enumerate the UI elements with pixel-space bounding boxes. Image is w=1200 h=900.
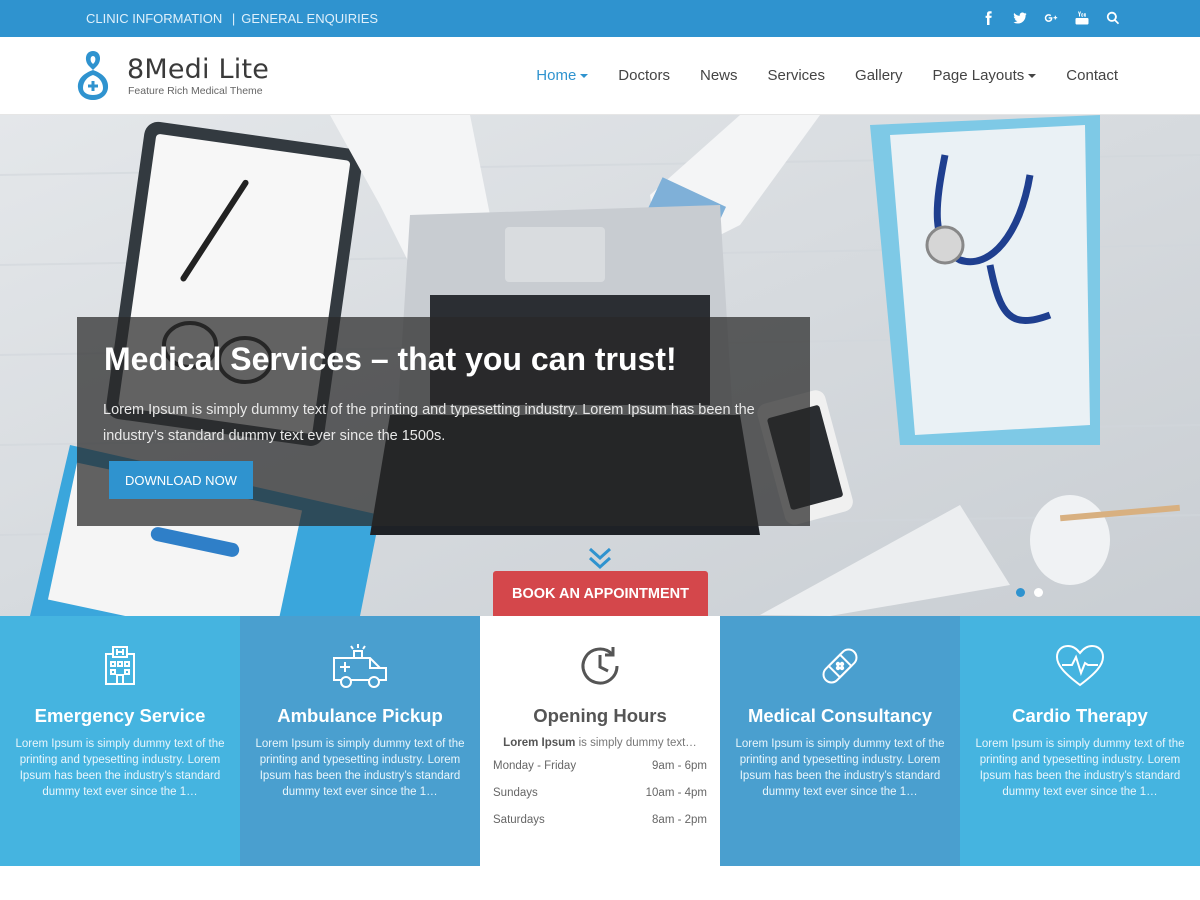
clock-icon bbox=[570, 640, 630, 692]
hospital-icon bbox=[90, 640, 150, 692]
bandage-icon bbox=[810, 640, 870, 692]
lead-bold: Lorem Ipsum bbox=[503, 737, 576, 749]
hours-day: Monday - Friday bbox=[493, 760, 577, 772]
double-chevron-down-icon[interactable] bbox=[587, 545, 613, 571]
nav-gallery-label: Gallery bbox=[855, 67, 903, 84]
site-tagline: Feature Rich Medical Theme bbox=[128, 85, 263, 97]
hours-row: Sundays 10am - 4pm bbox=[493, 785, 707, 812]
nav-home-label: Home bbox=[536, 67, 577, 84]
top-bar: CLINIC INFORMATION | GENERAL ENQUIRIES bbox=[0, 0, 1200, 37]
google-plus-icon[interactable] bbox=[1042, 9, 1060, 27]
service-title: Medical Consultancy bbox=[747, 705, 932, 726]
site-title[interactable]: 8Medi Lite bbox=[127, 54, 269, 85]
service-opening-hours[interactable]: Opening Hours Lorem Ipsum is simply dumm… bbox=[480, 616, 720, 866]
hours-table: Monday - Friday 9am - 6pm Sundays 10am - 4… bbox=[493, 758, 707, 839]
hero-text: Lorem Ipsum is simply dummy text of the … bbox=[103, 402, 755, 444]
clinic-information-link[interactable]: CLINIC INFORMATION bbox=[86, 11, 222, 26]
hours-day: Saturdays bbox=[493, 814, 545, 826]
book-appointment-button[interactable]: BOOK AN APPOINTMENT bbox=[493, 571, 708, 616]
general-enquiries-link[interactable]: GENERAL ENQUIRIES bbox=[241, 11, 378, 26]
nav-contact-label: Contact bbox=[1066, 67, 1118, 84]
nav-doctors[interactable]: Doctors bbox=[618, 67, 670, 84]
logo-icon[interactable] bbox=[76, 49, 110, 101]
service-title: Emergency Service bbox=[34, 705, 206, 726]
service-ambulance[interactable]: Ambulance Pickup Lorem Ipsum is simply d… bbox=[240, 616, 480, 866]
service-emergency[interactable]: Emergency Service Lorem Ipsum is simply … bbox=[0, 616, 240, 866]
social-icons bbox=[980, 9, 1122, 27]
nav-page-layouts-label: Page Layouts bbox=[932, 67, 1025, 84]
ambulance-icon bbox=[330, 640, 390, 692]
nav-gallery[interactable]: Gallery bbox=[855, 67, 903, 84]
heart-pulse-icon bbox=[1050, 640, 1110, 692]
service-text: Lorem Ipsum is simply dummy text of the … bbox=[15, 738, 225, 798]
facebook-icon[interactable] bbox=[980, 9, 998, 27]
service-lead: Lorem Ipsum is simply dummy text… bbox=[480, 737, 720, 749]
lead-rest: is simply dummy text… bbox=[575, 737, 697, 749]
youtube-icon[interactable] bbox=[1073, 9, 1091, 27]
separator: | bbox=[228, 11, 236, 26]
hours-row: Monday - Friday 9am - 6pm bbox=[493, 758, 707, 785]
service-cardio[interactable]: Cardio Therapy Lorem Ipsum is simply dum… bbox=[960, 616, 1200, 866]
nav-home[interactable]: Home bbox=[536, 67, 589, 84]
hours-time: 9am - 6pm bbox=[652, 760, 707, 772]
hours-time: 10am - 4pm bbox=[645, 787, 707, 799]
slider-pagination bbox=[1016, 588, 1043, 597]
service-text: Lorem Ipsum is simply dummy text of the … bbox=[735, 738, 945, 798]
hours-row: Saturdays 8am - 2pm bbox=[493, 812, 707, 839]
services-row: Emergency Service Lorem Ipsum is simply … bbox=[0, 616, 1200, 866]
nav-news-label: News bbox=[699, 67, 738, 84]
nav-news[interactable]: News bbox=[700, 67, 738, 84]
chevron-down-icon bbox=[1028, 73, 1037, 78]
slider-dot-2[interactable] bbox=[1034, 588, 1043, 597]
hero-title: Medical Services – that you can trust! bbox=[104, 341, 677, 377]
site-header: 8Medi Lite Feature Rich Medical Theme Ho… bbox=[0, 37, 1200, 115]
service-title: Opening Hours bbox=[533, 705, 667, 726]
main-nav: Home Doctors News Services Gallery Page … bbox=[506, 67, 1118, 84]
search-icon[interactable] bbox=[1104, 9, 1122, 27]
nav-contact[interactable]: Contact bbox=[1066, 67, 1118, 84]
service-text: Lorem Ipsum is simply dummy text of the … bbox=[975, 738, 1185, 798]
nav-services-label: Services bbox=[767, 67, 826, 84]
hours-time: 8am - 2pm bbox=[652, 814, 707, 826]
hero-slider: Medical Services – that you can trust! L… bbox=[0, 115, 1200, 616]
service-consultancy[interactable]: Medical Consultancy Lorem Ipsum is simpl… bbox=[720, 616, 960, 866]
chevron-down-icon bbox=[580, 73, 589, 78]
download-now-button[interactable]: DOWNLOAD NOW bbox=[109, 461, 253, 499]
slider-dot-1[interactable] bbox=[1016, 588, 1025, 597]
top-links: CLINIC INFORMATION | GENERAL ENQUIRIES bbox=[86, 11, 378, 26]
nav-page-layouts[interactable]: Page Layouts bbox=[933, 67, 1037, 84]
nav-doctors-label: Doctors bbox=[618, 67, 670, 84]
service-title: Cardio Therapy bbox=[1012, 705, 1148, 726]
service-title: Ambulance Pickup bbox=[277, 705, 443, 726]
nav-services[interactable]: Services bbox=[768, 67, 826, 84]
hero-caption: Medical Services – that you can trust! L… bbox=[77, 317, 810, 526]
hours-day: Sundays bbox=[493, 787, 538, 799]
service-text: Lorem Ipsum is simply dummy text of the … bbox=[255, 738, 465, 798]
twitter-icon[interactable] bbox=[1011, 9, 1029, 27]
